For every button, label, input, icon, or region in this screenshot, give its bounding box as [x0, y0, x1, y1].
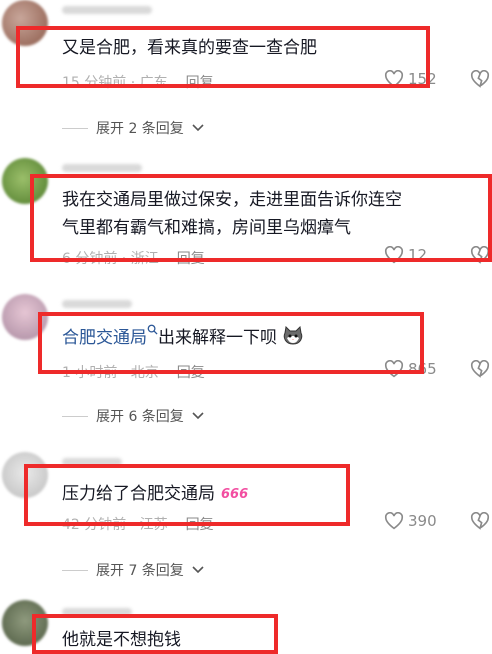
like-button[interactable]: 12 — [384, 246, 427, 264]
cat-face-emoji — [284, 325, 303, 345]
chevron-down-icon — [192, 566, 204, 574]
heart-outline-icon — [384, 512, 404, 530]
comment-meta: 42 分钟前 · 江苏 回复 — [62, 514, 214, 534]
666-sticker: 666 — [221, 487, 248, 502]
comment-body: 出来解释一下呗 — [158, 328, 277, 348]
expand-replies-button[interactable]: 展开 7 条回复 — [62, 560, 204, 580]
comment-time: 1 小时前 · 北京 — [62, 365, 159, 381]
username[interactable] — [62, 458, 122, 466]
expand-replies-button[interactable]: 展开 6 条回复 — [62, 406, 204, 426]
divider — [62, 569, 88, 571]
expand-label: 展开 6 条回复 — [96, 409, 184, 425]
search-icon[interactable] — [147, 324, 158, 335]
comment-meta: 15 分钟前 · 广东 回复 — [62, 72, 214, 92]
avatar[interactable] — [2, 600, 48, 646]
chevron-down-icon — [192, 412, 204, 420]
comment-time: 15 分钟前 · 广东 — [62, 75, 168, 91]
reply-button[interactable]: 回复 — [186, 517, 214, 533]
chevron-down-icon — [192, 124, 204, 132]
comment-meta: 1 小时前 · 北京 回复 — [62, 362, 205, 382]
avatar[interactable] — [2, 294, 48, 340]
like-count: 390 — [408, 512, 437, 530]
heart-outline-icon — [384, 246, 404, 264]
like-button[interactable]: 152 — [384, 70, 437, 88]
like-count: 865 — [408, 360, 437, 378]
broken-heart-icon[interactable] — [470, 512, 490, 530]
reply-button[interactable]: 回复 — [186, 75, 214, 91]
comment-text-line-1: 我在交通局里做过保安，走进里面告诉你连空 — [62, 190, 402, 210]
comment-meta: 6 分钟前 · 浙江 回复 — [62, 248, 205, 268]
username[interactable] — [62, 164, 142, 172]
comment-text: 合肥交通局 出来解释一下呗 — [62, 324, 304, 352]
broken-heart-icon[interactable] — [470, 70, 490, 88]
comment-text: 又是合肥，看来真的要查一查合肥 — [62, 38, 317, 58]
like-button[interactable]: 390 — [384, 512, 437, 530]
reply-button[interactable]: 回复 — [177, 365, 205, 381]
username[interactable] — [62, 6, 152, 14]
comment-body: 压力给了合肥交通局 — [62, 484, 215, 504]
broken-heart-icon[interactable] — [470, 360, 490, 378]
expand-label: 展开 7 条回复 — [96, 563, 184, 579]
expand-label: 展开 2 条回复 — [96, 121, 184, 137]
comment-time: 6 分钟前 · 浙江 — [62, 251, 159, 267]
heart-outline-icon — [384, 70, 404, 88]
comment-time: 42 分钟前 · 江苏 — [62, 517, 168, 533]
comment-text: 压力给了合肥交通局 666 — [62, 480, 250, 508]
comment-text-line-2: 气里都有霸气和难搞，房间里乌烟瘴气 — [62, 218, 351, 238]
heart-outline-icon — [384, 360, 404, 378]
reply-button[interactable]: 回复 — [177, 251, 205, 267]
broken-heart-icon[interactable] — [470, 246, 490, 264]
username[interactable] — [62, 300, 132, 308]
divider — [62, 127, 88, 129]
expand-replies-button[interactable]: 展开 2 条回复 — [62, 118, 204, 138]
svg-text:666: 666 — [221, 487, 248, 501]
divider — [62, 415, 88, 417]
like-count: 152 — [408, 70, 437, 88]
username[interactable] — [62, 608, 132, 616]
like-button[interactable]: 865 — [384, 360, 437, 378]
mention-link[interactable]: 合肥交通局 — [62, 328, 147, 348]
avatar[interactable] — [2, 0, 48, 46]
comment-text: 他就是不想抱钱 — [62, 630, 181, 650]
avatar[interactable] — [2, 158, 48, 204]
like-count: 12 — [408, 246, 428, 264]
avatar[interactable] — [2, 452, 48, 498]
